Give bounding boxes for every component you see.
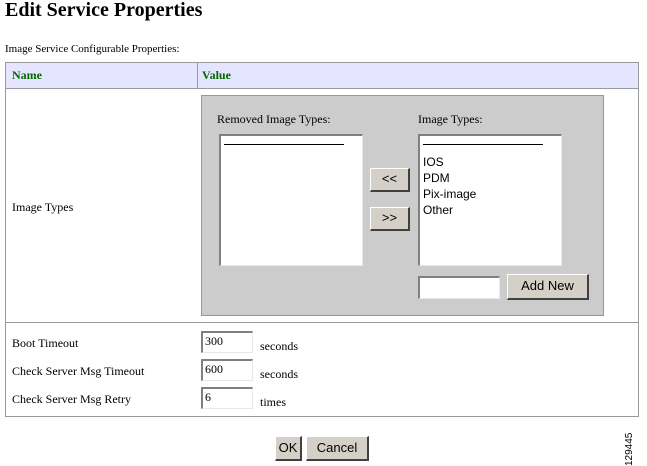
image-types-list[interactable]: IOS PDM Pix-image Other (418, 134, 562, 266)
boot-timeout-unit: seconds (260, 339, 298, 353)
removed-image-types-caption: Removed Image Types: (217, 112, 331, 126)
boot-timeout-input[interactable]: 300 (201, 331, 253, 353)
msg-retry-input[interactable]: 6 (201, 387, 253, 409)
properties-table: Name Value Image Types Removed Image Typ… (5, 62, 639, 417)
page-title: Edit Service Properties (5, 0, 203, 21)
removed-image-types-list[interactable] (219, 134, 363, 266)
list-item[interactable]: PDM (423, 170, 476, 186)
image-types-caption: Image Types: (418, 112, 483, 126)
header-name: Name (12, 68, 42, 82)
list-separator (224, 144, 344, 145)
new-image-type-input[interactable] (418, 276, 500, 299)
msg-timeout-unit: seconds (260, 367, 298, 381)
cancel-button[interactable]: Cancel (306, 436, 369, 461)
move-left-button[interactable]: << (370, 168, 410, 192)
header-divider (197, 63, 198, 88)
msg-retry-unit: times (260, 395, 286, 409)
list-separator (423, 144, 543, 145)
msg-timeout-input[interactable]: 600 (201, 359, 253, 381)
boot-timeout-label: Boot Timeout (12, 336, 79, 350)
list-item[interactable]: IOS (423, 154, 476, 170)
table-header: Name Value (6, 63, 638, 89)
list-item[interactable]: Pix-image (423, 186, 476, 202)
image-types-label: Image Types (12, 200, 74, 214)
header-value: Value (202, 68, 231, 82)
image-types-options: IOS PDM Pix-image Other (423, 154, 476, 218)
add-new-button[interactable]: Add New (507, 274, 589, 300)
image-types-panel: Removed Image Types: Image Types: << >> … (201, 95, 604, 316)
row-divider (6, 322, 638, 323)
msg-retry-label: Check Server Msg Retry (12, 392, 131, 406)
section-label: Image Service Configurable Properties: (5, 43, 180, 55)
ok-button[interactable]: OK (275, 436, 302, 461)
list-item[interactable]: Other (423, 202, 476, 218)
move-right-button[interactable]: >> (370, 207, 410, 231)
figure-id: 129445 (624, 432, 635, 466)
msg-timeout-label: Check Server Msg Timeout (12, 364, 145, 378)
